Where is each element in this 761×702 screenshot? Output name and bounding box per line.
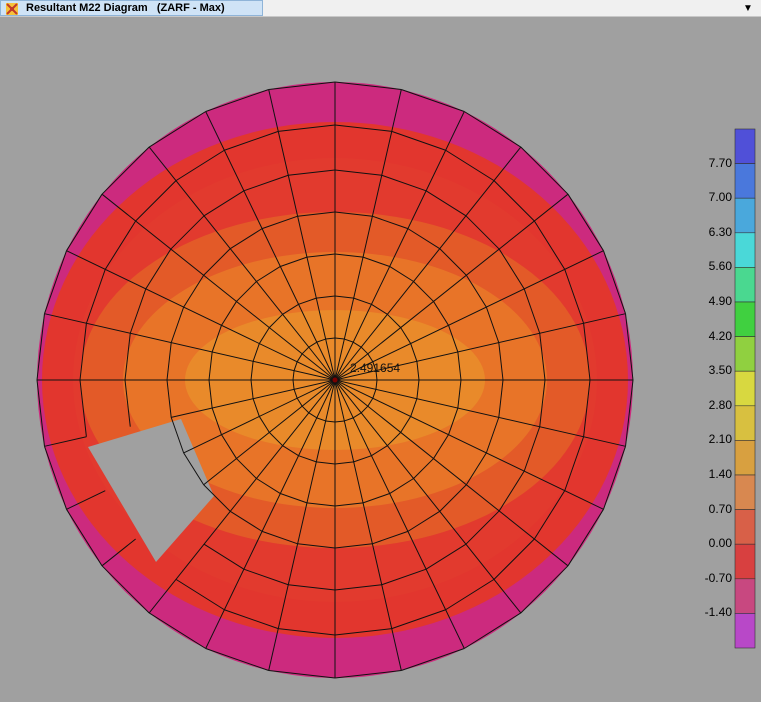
legend-swatch (734, 163, 756, 199)
legend-swatch (734, 336, 756, 372)
legend-label: 4.20 (708, 328, 732, 343)
legend-swatch (734, 578, 756, 614)
legend-label: 4.90 (708, 294, 732, 308)
legend-label: 5.60 (708, 259, 732, 274)
legend-swatch (734, 543, 756, 580)
legend-label: 1.40 (708, 467, 732, 481)
legend-swatch (734, 474, 756, 510)
legend-label: -0.70 (704, 570, 732, 585)
legend-swatch (734, 509, 756, 545)
legend-label: 7.70 (708, 155, 732, 170)
legend-label: 2.80 (708, 397, 732, 412)
legend-label: 0.70 (708, 501, 732, 516)
legend-label: 3.50 (708, 363, 732, 378)
legend-label: 0.00 (708, 536, 732, 551)
legend-swatch (734, 405, 756, 441)
legend-label: 6.30 (708, 224, 732, 239)
legend-swatch (734, 301, 756, 337)
legend-label: -1.40 (704, 605, 732, 620)
legend-swatch (734, 613, 756, 649)
legend-swatch (734, 370, 756, 407)
legend-swatch (734, 267, 756, 303)
legend-swatch (734, 197, 756, 234)
legend-label: 2.10 (708, 432, 732, 447)
legend-label: 7.00 (708, 190, 732, 205)
legend-swatch (734, 232, 756, 268)
legend-swatch (734, 440, 756, 476)
legend-swatch (734, 128, 756, 164)
color-legend (734, 128, 756, 649)
